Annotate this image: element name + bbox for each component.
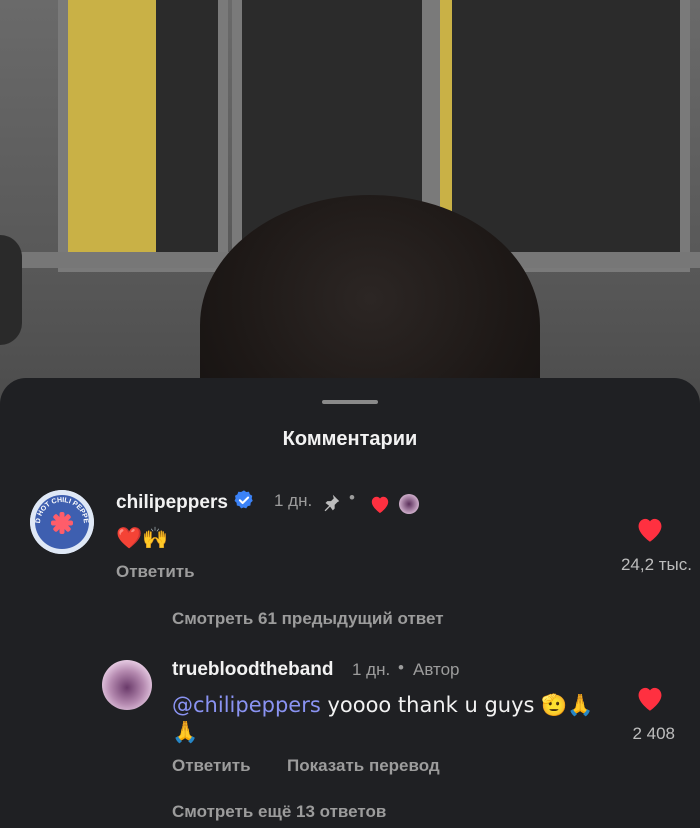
creator-liked-heart-icon: [368, 494, 392, 519]
sheet-title: Комментарии: [282, 428, 418, 450]
comment-text: @chilipeppers yoooo thank u guys 🫡🙏: [172, 693, 593, 718]
comment-username[interactable]: chilipeppers: [116, 489, 255, 517]
like-count: 2 408: [632, 724, 675, 743]
meta-separator: •: [349, 488, 355, 507]
wall-object: [0, 235, 22, 345]
like-heart-icon[interactable]: [634, 684, 666, 717]
comment-text-body: yoooo thank u guys 🫡🙏: [320, 693, 594, 717]
view-more-replies-button[interactable]: Смотреть ещё 13 ответов: [172, 802, 386, 822]
meta-separator: •: [398, 658, 404, 677]
avatar[interactable]: [102, 660, 152, 710]
like-heart-icon[interactable]: [634, 515, 666, 548]
rhcp-logo: RED HOT CHILI PEPPERS: [30, 490, 94, 554]
comment-text: ❤️🙌: [116, 526, 169, 550]
view-previous-replies-button[interactable]: Смотреть 61 предыдущий ответ: [172, 609, 444, 629]
window-left: [58, 0, 228, 272]
creator-avatar-icon: [399, 494, 419, 514]
comment-time: 1 дн.: [274, 491, 313, 510]
reply-button[interactable]: Ответить: [172, 756, 251, 776]
comment-text-line2: 🙏: [172, 720, 199, 744]
comments-sheet: Комментарии RED HO: [0, 378, 700, 828]
avatar[interactable]: RED HOT CHILI PEPPERS: [30, 490, 94, 554]
pin-icon: [320, 492, 342, 519]
username-text[interactable]: chilipeppers: [116, 492, 228, 513]
like-count: 24,2 тыс.: [620, 555, 692, 574]
comment-username[interactable]: truebloodtheband: [172, 659, 333, 681]
author-badge: Автор: [413, 660, 460, 679]
sheet-drag-handle[interactable]: [322, 400, 378, 404]
comment-time: 1 дн.: [352, 660, 391, 679]
mention-link[interactable]: @chilipeppers: [172, 693, 321, 717]
verified-badge-icon: [233, 489, 255, 517]
show-translation-button[interactable]: Показать перевод: [287, 756, 440, 776]
video-background[interactable]: [0, 0, 700, 420]
reply-button[interactable]: Ответить: [116, 562, 195, 582]
